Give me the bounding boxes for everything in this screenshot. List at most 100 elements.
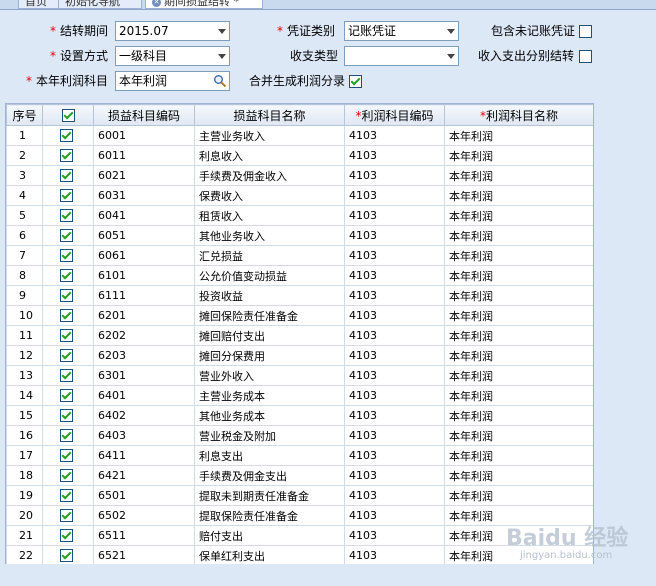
row-profit-code[interactable]: 4103 xyxy=(344,125,445,146)
table-row[interactable]: 19 6501 提取未到期责任准备金 4103 本年利润 xyxy=(6,485,593,506)
row-profit-name[interactable]: 本年利润 xyxy=(444,325,593,346)
row-select-cell[interactable] xyxy=(42,345,94,366)
row-profit-name[interactable]: 本年利润 xyxy=(444,245,593,266)
row-profit-code[interactable]: 4103 xyxy=(344,285,445,306)
table-row[interactable]: 9 6111 投资收益 4103 本年利润 xyxy=(6,285,593,306)
row-checkbox[interactable] xyxy=(60,209,73,222)
row-select-cell[interactable] xyxy=(42,485,94,506)
row-checkbox[interactable] xyxy=(60,289,73,302)
row-select-cell[interactable] xyxy=(42,185,94,206)
tab-init-navigation[interactable]: 初始化导航 xyxy=(58,0,142,9)
close-icon[interactable]: ✕ xyxy=(152,0,161,7)
row-profit-code[interactable]: 4103 xyxy=(344,545,445,564)
row-profit-code[interactable]: 4103 xyxy=(344,445,445,466)
table-row[interactable]: 5 6041 租赁收入 4103 本年利润 xyxy=(6,205,593,226)
row-profit-name[interactable]: 本年利润 xyxy=(444,285,593,306)
row-profit-code[interactable]: 4103 xyxy=(344,305,445,326)
row-profit-code[interactable]: 4103 xyxy=(344,345,445,366)
row-select-cell[interactable] xyxy=(42,125,94,146)
row-select-cell[interactable] xyxy=(42,165,94,186)
row-checkbox[interactable] xyxy=(60,429,73,442)
table-row[interactable]: 2 6011 利息收入 4103 本年利润 xyxy=(6,145,593,166)
tab-period-pl-transfer[interactable]: ✕ 期间损益结转 * xyxy=(145,0,263,9)
row-profit-name[interactable]: 本年利润 xyxy=(444,185,593,206)
row-profit-code[interactable]: 4103 xyxy=(344,145,445,166)
row-profit-name[interactable]: 本年利润 xyxy=(444,465,593,486)
row-profit-name[interactable]: 本年利润 xyxy=(444,205,593,226)
row-profit-name[interactable]: 本年利润 xyxy=(444,385,593,406)
table-row[interactable]: 16 6403 营业税金及附加 4103 本年利润 xyxy=(6,425,593,446)
row-select-cell[interactable] xyxy=(42,505,94,526)
row-select-cell[interactable] xyxy=(42,465,94,486)
row-profit-code[interactable]: 4103 xyxy=(344,325,445,346)
row-checkbox[interactable] xyxy=(60,349,73,362)
table-row[interactable]: 15 6402 其他业务成本 4103 本年利润 xyxy=(6,405,593,426)
table-row[interactable]: 10 6201 摊回保险责任准备金 4103 本年利润 xyxy=(6,305,593,326)
row-profit-name[interactable]: 本年利润 xyxy=(444,145,593,166)
search-icon[interactable] xyxy=(213,74,227,88)
row-profit-code[interactable]: 4103 xyxy=(344,205,445,226)
row-profit-name[interactable]: 本年利润 xyxy=(444,445,593,466)
row-profit-name[interactable]: 本年利润 xyxy=(444,485,593,506)
row-checkbox[interactable] xyxy=(60,489,73,502)
tab-home[interactable]: 首页 xyxy=(18,0,62,9)
row-profit-code[interactable]: 4103 xyxy=(344,425,445,446)
row-checkbox[interactable] xyxy=(60,369,73,382)
row-checkbox[interactable] xyxy=(60,509,73,522)
row-profit-code[interactable]: 4103 xyxy=(344,165,445,186)
voucher-type-select[interactable]: 记账凭证 xyxy=(344,21,459,41)
row-select-cell[interactable] xyxy=(42,285,94,306)
row-select-cell[interactable] xyxy=(42,525,94,546)
row-profit-code[interactable]: 4103 xyxy=(344,505,445,526)
row-checkbox[interactable] xyxy=(60,309,73,322)
table-row[interactable]: 7 6061 汇兑损益 4103 本年利润 xyxy=(6,245,593,266)
row-checkbox[interactable] xyxy=(60,549,73,562)
row-profit-code[interactable]: 4103 xyxy=(344,245,445,266)
table-row[interactable]: 3 6021 手续费及佣金收入 4103 本年利润 xyxy=(6,165,593,186)
col-header-select-all[interactable] xyxy=(42,104,94,126)
row-checkbox[interactable] xyxy=(60,329,73,342)
include-unposted-checkbox[interactable] xyxy=(579,25,592,38)
setting-mode-select[interactable]: 一级科目 xyxy=(115,46,230,66)
separate-transfer-checkbox[interactable] xyxy=(579,50,592,63)
row-profit-code[interactable]: 4103 xyxy=(344,385,445,406)
chevron-down-icon[interactable] xyxy=(218,54,226,59)
table-row[interactable]: 12 6203 摊回分保费用 4103 本年利润 xyxy=(6,345,593,366)
chevron-down-icon[interactable] xyxy=(447,29,455,34)
chevron-down-icon[interactable] xyxy=(218,29,226,34)
table-row[interactable]: 13 6301 营业外收入 4103 本年利润 xyxy=(6,365,593,386)
row-select-cell[interactable] xyxy=(42,405,94,426)
row-checkbox[interactable] xyxy=(60,269,73,282)
row-select-cell[interactable] xyxy=(42,545,94,564)
row-profit-name[interactable]: 本年利润 xyxy=(444,165,593,186)
row-select-cell[interactable] xyxy=(42,445,94,466)
row-select-cell[interactable] xyxy=(42,265,94,286)
row-select-cell[interactable] xyxy=(42,385,94,406)
row-checkbox[interactable] xyxy=(60,149,73,162)
row-profit-code[interactable]: 4103 xyxy=(344,185,445,206)
row-profit-name[interactable]: 本年利润 xyxy=(444,425,593,446)
row-checkbox[interactable] xyxy=(60,229,73,242)
row-profit-name[interactable]: 本年利润 xyxy=(444,405,593,426)
row-select-cell[interactable] xyxy=(42,225,94,246)
row-select-cell[interactable] xyxy=(42,325,94,346)
row-checkbox[interactable] xyxy=(60,449,73,462)
row-profit-code[interactable]: 4103 xyxy=(344,225,445,246)
table-row[interactable]: 8 6101 公允价值变动损益 4103 本年利润 xyxy=(6,265,593,286)
row-profit-name[interactable]: 本年利润 xyxy=(444,305,593,326)
row-checkbox[interactable] xyxy=(60,169,73,182)
table-row[interactable]: 6 6051 其他业务收入 4103 本年利润 xyxy=(6,225,593,246)
row-profit-name[interactable]: 本年利润 xyxy=(444,265,593,286)
row-profit-code[interactable]: 4103 xyxy=(344,525,445,546)
chevron-down-icon[interactable] xyxy=(447,54,455,59)
merge-profit-checkbox[interactable] xyxy=(349,75,362,88)
table-row[interactable]: 14 6401 主营业务成本 4103 本年利润 xyxy=(6,385,593,406)
row-checkbox[interactable] xyxy=(60,409,73,422)
select-all-checkbox[interactable] xyxy=(61,109,75,122)
row-profit-name[interactable]: 本年利润 xyxy=(444,365,593,386)
row-checkbox[interactable] xyxy=(60,189,73,202)
row-checkbox[interactable] xyxy=(60,249,73,262)
row-checkbox[interactable] xyxy=(60,389,73,402)
table-row[interactable]: 18 6421 手续费及佣金支出 4103 本年利润 xyxy=(6,465,593,486)
table-row[interactable]: 4 6031 保费收入 4103 本年利润 xyxy=(6,185,593,206)
